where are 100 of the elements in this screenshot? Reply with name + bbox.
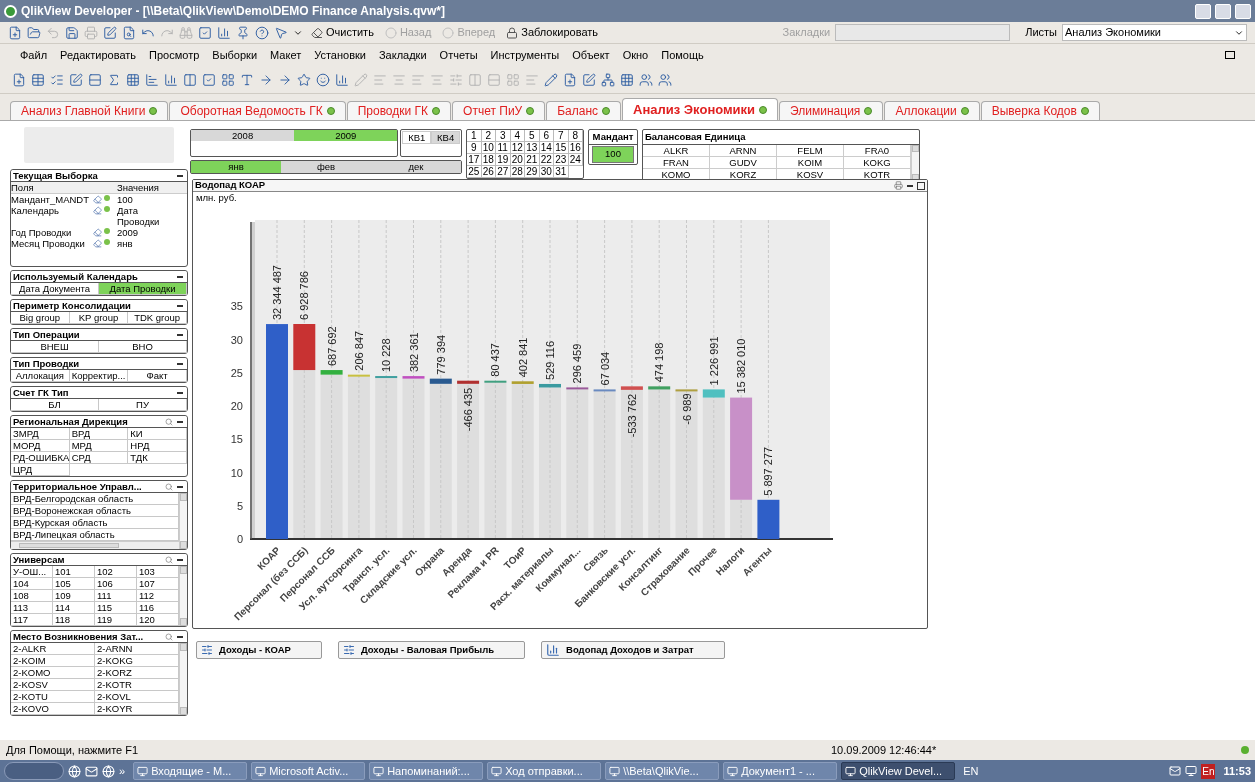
day-item[interactable]: 12 — [510, 142, 525, 154]
bar-chart-icon[interactable] — [164, 72, 178, 87]
save-icon[interactable] — [65, 25, 79, 40]
menu-item[interactable]: Выборки — [212, 46, 258, 64]
list-item[interactable]: TDK group — [128, 312, 187, 324]
list-item[interactable]: KOIM — [777, 157, 844, 170]
checkbox-icon[interactable] — [202, 72, 216, 87]
day-item[interactable]: 26 — [481, 166, 496, 178]
day-item[interactable]: 20 — [510, 154, 525, 166]
list-item[interactable]: 111 — [95, 590, 137, 602]
list-item[interactable]: 105 — [53, 578, 95, 590]
list-item[interactable]: ПУ — [99, 399, 187, 411]
close-icon[interactable] — [1235, 3, 1251, 19]
mandant-item[interactable]: 100 — [592, 146, 634, 163]
minimize-icon[interactable] — [177, 558, 183, 561]
list-item[interactable]: 2-KOTU — [11, 691, 95, 703]
list-item[interactable]: 2-ALKR — [11, 643, 95, 655]
list-item[interactable]: 2-KOYR — [95, 703, 179, 715]
list-item[interactable]: 102 — [95, 566, 137, 578]
mail-icon[interactable] — [1169, 765, 1182, 777]
year-item[interactable]: 2008 — [191, 130, 295, 141]
day-item[interactable]: 28 — [510, 166, 525, 178]
list-icon[interactable] — [50, 72, 64, 87]
menu-item[interactable]: Просмотр — [149, 46, 200, 64]
list-item[interactable]: ТДК — [128, 452, 187, 464]
new-sheet-icon[interactable] — [12, 72, 26, 87]
vertical-scrollbar[interactable] — [179, 493, 187, 549]
tray-language-icon[interactable]: En — [1201, 763, 1216, 779]
menu-item[interactable]: Помощь — [661, 46, 704, 64]
sheet-tab[interactable]: Аллокации — [884, 101, 980, 120]
list-item[interactable]: Дата Проводки — [99, 283, 187, 295]
day-item[interactable]: 17 — [467, 154, 482, 166]
list-item[interactable]: МРД — [69, 440, 129, 452]
day-item[interactable]: 24 — [568, 154, 583, 166]
day-item[interactable]: 30 — [539, 166, 554, 178]
day-item[interactable]: 6 — [539, 130, 554, 142]
bar-chart-icon[interactable] — [335, 72, 349, 87]
day-item[interactable]: 2 — [481, 130, 496, 142]
minimize-icon[interactable] — [177, 420, 183, 423]
monitor-icon[interactable] — [1185, 765, 1198, 777]
taskbar-item[interactable]: Microsoft Activ... — [251, 762, 366, 780]
edit-icon[interactable] — [69, 72, 83, 87]
list-item[interactable]: Факт — [128, 370, 187, 382]
day-item[interactable]: 25 — [467, 166, 482, 178]
list-item[interactable]: ЗМРД — [11, 428, 70, 440]
taskbar-item[interactable]: Напоминаний:... — [369, 762, 484, 780]
search-icon[interactable] — [165, 417, 173, 426]
taskbar-item[interactable]: Ход отправки... — [487, 762, 602, 780]
more-icon[interactable]: » — [119, 762, 126, 780]
network-icon[interactable] — [601, 72, 615, 87]
day-item[interactable]: 31 — [554, 166, 569, 178]
maximize-icon[interactable] — [917, 181, 925, 190]
sheet-tab[interactable]: Проводки ГК — [346, 101, 452, 120]
list-item[interactable]: У-ОШ... — [11, 566, 53, 578]
list-item[interactable]: Дата Документа — [11, 283, 99, 295]
day-item[interactable]: 29 — [525, 166, 540, 178]
list-item[interactable]: 118 — [53, 614, 95, 626]
list-item[interactable]: 114 — [53, 602, 95, 614]
list-item[interactable]: ВНЕШ — [11, 341, 99, 353]
minimize-icon[interactable] — [177, 304, 183, 307]
list-item[interactable]: 2-KOIM — [11, 655, 95, 667]
sheet-link-button[interactable]: Водопад Доходов и Затрат — [541, 641, 725, 659]
menu-item[interactable]: Объект — [572, 46, 610, 64]
eraser-icon[interactable] — [93, 195, 102, 204]
list-item[interactable]: ARNN — [710, 145, 777, 158]
sheet-tab[interactable]: Анализ Главной Книги — [10, 101, 169, 120]
grid-icon[interactable] — [620, 72, 634, 87]
columns-icon[interactable] — [183, 72, 197, 87]
search-icon[interactable] — [165, 482, 173, 491]
search-icon[interactable] — [165, 555, 173, 564]
sheet-link-button[interactable]: Доходы - КОАР — [196, 641, 322, 659]
list-item[interactable]: КИ — [128, 428, 187, 440]
toolbar-button[interactable]: Заблокировать — [503, 24, 602, 41]
list-item[interactable]: 2-KOVL — [95, 691, 179, 703]
day-item[interactable]: 1 — [467, 130, 482, 142]
quarter-item[interactable]: КВ1 — [402, 131, 432, 144]
vertical-scrollbar[interactable] — [179, 643, 187, 715]
list-item[interactable]: 2-KOMO — [11, 667, 95, 679]
list-item[interactable]: FELM — [777, 145, 844, 158]
minimize-icon[interactable] — [177, 275, 183, 278]
year-item[interactable]: 2009 — [294, 130, 398, 141]
bar-chart-icon[interactable] — [217, 25, 231, 40]
month-item[interactable]: фев — [281, 161, 371, 173]
sheet-tab[interactable]: Оборотная Ведомость ГК — [169, 101, 346, 120]
star-icon[interactable] — [297, 72, 311, 87]
list-item[interactable]: Корректир... — [69, 370, 129, 382]
list-item[interactable]: 2-KORZ — [95, 667, 179, 679]
sheet-tab[interactable]: Баланс — [546, 101, 622, 120]
list-item[interactable]: 107 — [137, 578, 179, 590]
list-item[interactable]: 104 — [11, 578, 53, 590]
list-item[interactable]: 103 — [137, 566, 179, 578]
vertical-scrollbar[interactable] — [179, 566, 187, 626]
rows-icon[interactable] — [88, 72, 102, 87]
list-item[interactable]: 120 — [137, 614, 179, 626]
day-item[interactable]: 15 — [554, 142, 569, 154]
list-item[interactable]: МОРД — [11, 440, 70, 452]
list-item[interactable]: 112 — [137, 590, 179, 602]
printer-icon[interactable] — [894, 181, 903, 190]
text-icon[interactable] — [240, 72, 254, 87]
new-file-icon[interactable] — [8, 25, 22, 40]
